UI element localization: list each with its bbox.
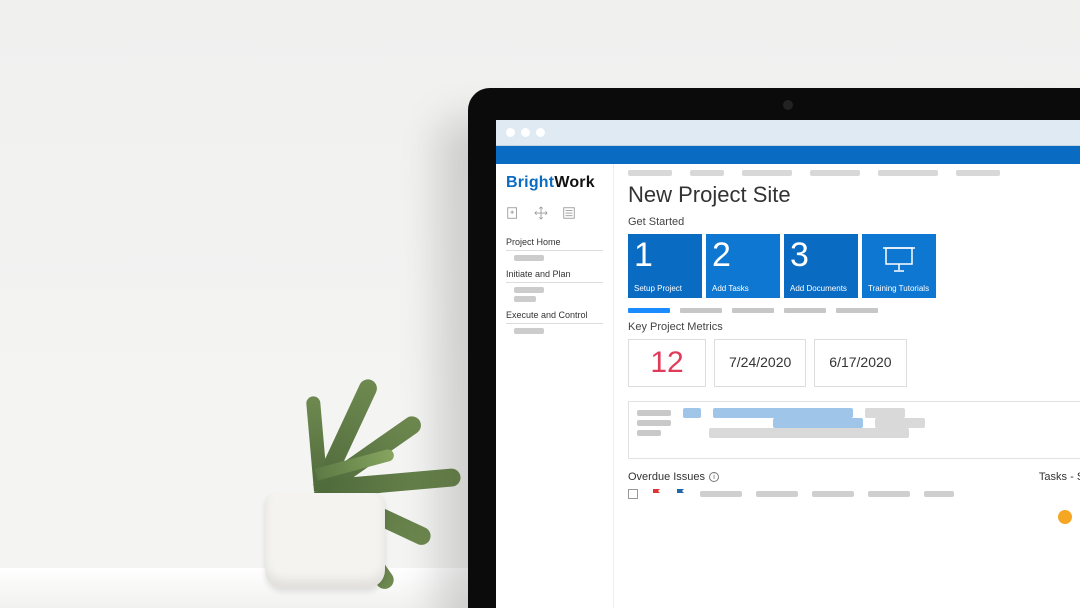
tile-add-tasks[interactable]: 2 Add Tasks bbox=[706, 234, 780, 298]
tile-add-documents[interactable]: 3 Add Documents bbox=[784, 234, 858, 298]
tasks-status-section: Tasks - Status bbox=[1039, 471, 1080, 499]
tile-caption: Add Documents bbox=[790, 284, 847, 293]
tile-training-tutorials[interactable]: Training Tutorials bbox=[862, 234, 936, 298]
breadcrumb-item[interactable] bbox=[628, 170, 672, 176]
metric-date-2: 6/17/2020 bbox=[814, 339, 906, 387]
sidebar-item[interactable] bbox=[514, 287, 544, 293]
sidebar-section-initiate[interactable]: Initiate and Plan bbox=[506, 269, 603, 279]
section-tabs bbox=[628, 308, 1080, 313]
page-title: New Project Site bbox=[628, 182, 1080, 208]
tile-setup-project[interactable]: 1 Setup Project bbox=[628, 234, 702, 298]
sidebar-item[interactable] bbox=[514, 255, 544, 261]
warning-badge[interactable] bbox=[1058, 510, 1072, 524]
breadcrumb-item[interactable] bbox=[810, 170, 860, 176]
tile-number: 3 bbox=[790, 238, 852, 272]
brand-logo: BrightWork bbox=[506, 174, 603, 192]
window-dot[interactable] bbox=[536, 128, 545, 137]
breadcrumb-item[interactable] bbox=[742, 170, 792, 176]
tile-caption: Training Tutorials bbox=[868, 284, 929, 293]
sidebar-toolbar bbox=[506, 206, 603, 225]
tile-caption: Add Tasks bbox=[712, 284, 749, 293]
get-started-label: Get Started bbox=[628, 216, 1080, 228]
move-icon[interactable] bbox=[534, 206, 548, 225]
info-icon[interactable]: i bbox=[709, 472, 719, 482]
sidebar: BrightWork Project Home Initiate and Pla… bbox=[496, 164, 614, 608]
decorative-plant bbox=[210, 328, 440, 588]
camera-dot bbox=[783, 100, 793, 110]
brand-part1: Bright bbox=[506, 174, 554, 191]
metric-count: 12 bbox=[628, 339, 706, 387]
tasks-status-label: Tasks - Status bbox=[1039, 471, 1080, 483]
overdue-issues-section: Overdue Issues i bbox=[628, 471, 999, 499]
tab[interactable] bbox=[836, 308, 878, 313]
tab[interactable] bbox=[732, 308, 774, 313]
window-dot[interactable] bbox=[521, 128, 530, 137]
tile-number: 2 bbox=[712, 238, 774, 272]
breadcrumb-item[interactable] bbox=[956, 170, 1000, 176]
metrics-row: 12 7/24/2020 6/17/2020 bbox=[628, 339, 1080, 387]
brand-part2: Work bbox=[554, 174, 595, 191]
metrics-label: Key Project Metrics bbox=[628, 321, 1080, 333]
overdue-issues-label: Overdue Issues i bbox=[628, 471, 999, 483]
tab[interactable] bbox=[628, 308, 670, 313]
get-started-tiles: 1 Setup Project 2 Add Tasks 3 Add Docume… bbox=[628, 234, 1080, 298]
tile-number: 1 bbox=[634, 238, 696, 272]
presentation-icon bbox=[882, 244, 916, 272]
breadcrumb-item[interactable] bbox=[690, 170, 724, 176]
table-header-row bbox=[628, 489, 999, 499]
breadcrumb bbox=[628, 170, 1080, 176]
sidebar-item[interactable] bbox=[514, 296, 536, 302]
tab[interactable] bbox=[680, 308, 722, 313]
tab[interactable] bbox=[784, 308, 826, 313]
laptop-frame: BrightWork Project Home Initiate and Pla… bbox=[468, 88, 1080, 608]
gantt-chart[interactable] bbox=[628, 401, 1080, 459]
status-badges bbox=[1058, 510, 1080, 524]
sidebar-item[interactable] bbox=[514, 328, 544, 334]
flag-icon bbox=[652, 489, 662, 499]
checkbox[interactable] bbox=[628, 489, 638, 499]
flag-icon bbox=[676, 489, 686, 499]
sidebar-section-execute[interactable]: Execute and Control bbox=[506, 310, 603, 320]
tile-caption: Setup Project bbox=[634, 284, 682, 293]
breadcrumb-item[interactable] bbox=[878, 170, 938, 176]
sidebar-section-project-home[interactable]: Project Home bbox=[506, 237, 603, 247]
overdue-issues-text: Overdue Issues bbox=[628, 471, 705, 483]
window-dot[interactable] bbox=[506, 128, 515, 137]
new-page-icon[interactable] bbox=[506, 206, 520, 225]
main-content: New Project Site Get Started 1 Setup Pro… bbox=[614, 164, 1080, 608]
app-ribbon bbox=[496, 146, 1080, 164]
metric-date-1: 7/24/2020 bbox=[714, 339, 806, 387]
list-icon[interactable] bbox=[562, 206, 576, 225]
browser-chrome bbox=[496, 120, 1080, 146]
